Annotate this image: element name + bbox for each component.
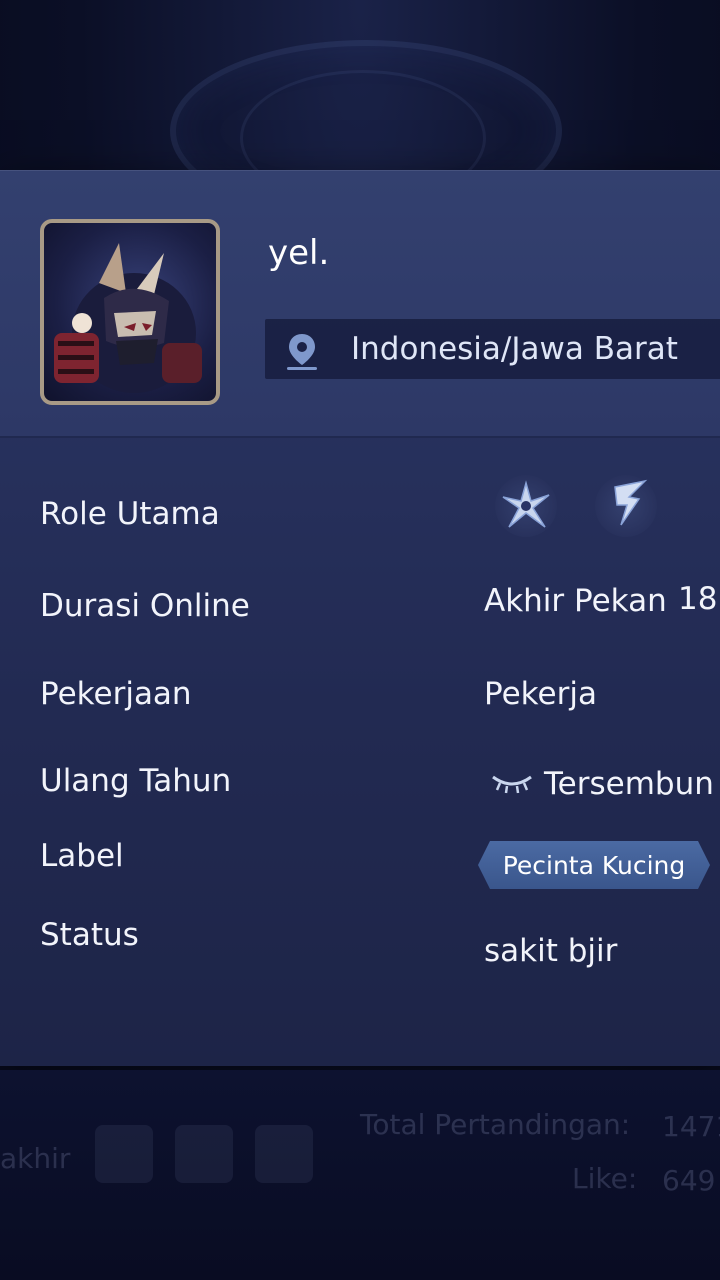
location-badge: Indonesia/Jawa Barat bbox=[265, 319, 720, 379]
shuriken-icon[interactable] bbox=[495, 475, 557, 537]
total-matches-label: Total Pertandingan: bbox=[360, 1108, 631, 1141]
avatar[interactable] bbox=[40, 219, 220, 405]
ulang-tahun-value: Tersembun bbox=[544, 766, 714, 802]
status-value: sakit bjir bbox=[484, 933, 618, 969]
like-label: Like: bbox=[572, 1162, 638, 1195]
total-matches-value: 1471 bbox=[662, 1110, 720, 1143]
like-value: 649 bbox=[662, 1164, 716, 1197]
recent-hero-3[interactable] bbox=[255, 1125, 313, 1183]
assassin-blade-icon[interactable] bbox=[595, 475, 657, 537]
location-pin-icon bbox=[287, 334, 317, 370]
profile-header: yel. Indonesia/Jawa Barat bbox=[0, 171, 720, 438]
recent-hero-1[interactable] bbox=[95, 1125, 153, 1183]
username: yel. bbox=[268, 233, 330, 273]
pekerjaan-label: Pekerjaan bbox=[40, 676, 192, 712]
durasi-online-extra: 18 bbox=[678, 581, 718, 617]
shuriken-glyph bbox=[502, 480, 550, 528]
recent-hero-2[interactable] bbox=[175, 1125, 233, 1183]
label-tag-text: Pecinta Kucing bbox=[502, 850, 686, 880]
ulang-tahun-label: Ulang Tahun bbox=[40, 763, 232, 799]
profile-card: yel. Indonesia/Jawa Barat Role Utama Dur… bbox=[0, 170, 720, 1066]
label-tag[interactable]: Pecinta Kucing bbox=[478, 841, 710, 889]
bottom-left-text: akhir bbox=[0, 1142, 71, 1175]
location-text: Indonesia/Jawa Barat bbox=[351, 331, 678, 367]
pekerjaan-value: Pekerja bbox=[484, 676, 597, 712]
status-label: Status bbox=[40, 917, 139, 953]
durasi-online-value: Akhir Pekan bbox=[484, 583, 667, 619]
durasi-online-label: Durasi Online bbox=[40, 588, 250, 624]
hidden-eye-icon bbox=[492, 775, 532, 794]
blade-glyph bbox=[614, 479, 648, 526]
hero-portrait-icon bbox=[54, 243, 202, 393]
role-utama-label: Role Utama bbox=[40, 496, 220, 532]
label-label: Label bbox=[40, 838, 124, 874]
